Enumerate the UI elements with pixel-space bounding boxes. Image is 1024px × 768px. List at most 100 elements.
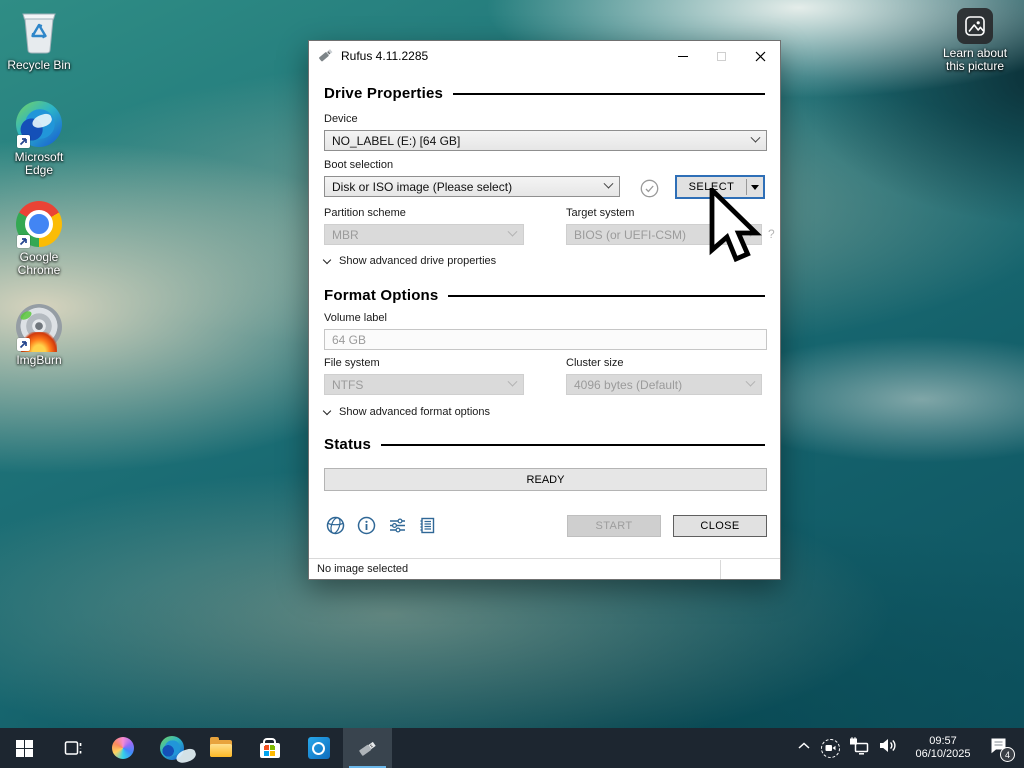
select-dropdown-arrow[interactable]	[747, 177, 763, 197]
maximize-icon	[717, 52, 726, 61]
log-icon[interactable]	[417, 515, 437, 535]
triangle-down-icon	[751, 185, 759, 190]
volume-label-label: Volume label	[324, 312, 387, 324]
meet-now-icon[interactable]	[821, 739, 840, 758]
about-info-icon[interactable]	[356, 515, 376, 535]
network-icon[interactable]	[849, 737, 869, 760]
maximize-button	[702, 41, 741, 71]
close-icon	[755, 51, 766, 62]
minimize-icon	[678, 56, 688, 57]
rufus-body: Drive Properties Device NO_LABEL (E:) [6…	[309, 71, 780, 559]
start-button-label: START	[595, 520, 632, 532]
start-button[interactable]	[0, 728, 49, 768]
target-system-label: Target system	[566, 207, 634, 219]
format-options-section-header: Format Options	[324, 287, 765, 304]
notification-count-badge: 4	[1000, 747, 1015, 762]
progress-bar: READY	[324, 468, 767, 491]
settings-sliders-icon[interactable]	[387, 515, 407, 535]
desktop-icon-label: ImgBurn	[0, 354, 78, 367]
tray-chevron-up-icon[interactable]	[796, 739, 812, 758]
boot-selection-select[interactable]: Disk or ISO image (Please select)	[324, 176, 620, 197]
learn-about-picture-widget[interactable]: Learn about this picture	[933, 8, 1017, 73]
boot-selection-value: Disk or ISO image (Please select)	[332, 180, 512, 194]
taskbar: 09:57 06/10/2025 4	[0, 728, 1024, 768]
drive-properties-section-header: Drive Properties	[324, 85, 765, 102]
imgburn-icon	[15, 303, 63, 351]
edge-icon	[160, 736, 184, 760]
toggle-label: Show advanced format options	[339, 406, 490, 418]
section-title: Format Options	[324, 287, 438, 304]
taskbar-rufus-button[interactable]	[343, 728, 392, 768]
taskbar-edge-button[interactable]	[147, 728, 196, 768]
desktop-icon-microsoft-edge[interactable]: Microsoft Edge	[0, 100, 78, 177]
section-rule	[381, 444, 765, 446]
desktop-icon-label: Google Chrome	[0, 251, 78, 277]
close-button[interactable]	[741, 41, 780, 71]
clock-date: 06/10/2025	[907, 748, 979, 761]
chevron-down-icon	[508, 377, 518, 387]
desktop-icon-google-chrome[interactable]: Google Chrome	[0, 200, 78, 277]
outlook-button[interactable]	[294, 728, 343, 768]
select-button[interactable]: SELECT	[675, 175, 765, 199]
minimize-button[interactable]	[663, 41, 702, 71]
desktop: Recycle Bin Microsoft Edge Google Chrome…	[0, 0, 1024, 768]
desktop-icon-label: Microsoft Edge	[0, 151, 78, 177]
status-bar-separator	[720, 560, 780, 579]
learn-about-label-line2: this picture	[933, 60, 1017, 73]
cluster-size-value: 4096 bytes (Default)	[574, 378, 682, 392]
copilot-button[interactable]	[98, 728, 147, 768]
device-select[interactable]: NO_LABEL (E:) [64 GB]	[324, 130, 767, 151]
section-rule	[448, 295, 765, 297]
file-system-value: NTFS	[332, 378, 363, 392]
section-rule	[453, 93, 765, 95]
shortcut-arrow-icon	[17, 235, 30, 248]
cluster-size-label: Cluster size	[566, 357, 623, 369]
file-system-label: File system	[324, 357, 380, 369]
file-system-select: NTFS	[324, 374, 524, 395]
status-bar: No image selected	[309, 558, 780, 579]
close-dialog-button[interactable]: CLOSE	[673, 515, 767, 537]
chevron-down-icon	[746, 377, 756, 387]
advanced-format-options-toggle[interactable]: Show advanced format options	[324, 406, 490, 418]
chevron-down-icon	[323, 255, 331, 263]
action-center-button[interactable]: 4	[988, 736, 1012, 760]
microsoft-store-button[interactable]	[245, 728, 294, 768]
taskbar-left-group	[0, 728, 392, 768]
recycle-bin-icon	[15, 8, 63, 56]
outlook-icon	[308, 737, 330, 759]
titlebar[interactable]: Rufus 4.11.2285	[309, 41, 780, 71]
language-globe-icon[interactable]	[325, 515, 345, 535]
start-button: START	[567, 515, 661, 537]
volume-label-input[interactable]: 64 GB	[324, 329, 767, 350]
system-tray: 09:57 06/10/2025 4	[796, 728, 1024, 768]
desktop-icon-imgburn[interactable]: ImgBurn	[0, 303, 78, 367]
desktop-icon-recycle-bin[interactable]: Recycle Bin	[0, 8, 78, 72]
toggle-label: Show advanced drive properties	[339, 255, 496, 267]
edge-icon	[15, 100, 63, 148]
section-title: Drive Properties	[324, 85, 443, 102]
clock-time: 09:57	[907, 735, 979, 748]
chevron-down-icon	[751, 133, 761, 143]
advanced-drive-properties-toggle[interactable]: Show advanced drive properties	[324, 255, 496, 267]
volume-label-value: 64 GB	[332, 333, 366, 347]
device-value: NO_LABEL (E:) [64 GB]	[332, 134, 460, 148]
partition-scheme-value: MBR	[332, 228, 359, 242]
chevron-down-icon	[508, 227, 518, 237]
file-explorer-button[interactable]	[196, 728, 245, 768]
windows-logo-icon	[16, 740, 33, 757]
chevron-down-icon	[323, 406, 331, 414]
close-button-label: CLOSE	[700, 520, 739, 532]
taskbar-clock[interactable]: 09:57 06/10/2025	[907, 735, 979, 761]
chevron-down-icon	[604, 179, 614, 189]
picture-icon	[957, 8, 993, 44]
progress-status-text: READY	[527, 474, 565, 486]
check-circle-icon	[639, 178, 659, 198]
task-view-button[interactable]	[49, 728, 98, 768]
boot-selection-label: Boot selection	[324, 159, 393, 171]
target-system-select: BIOS (or UEFI-CSM)	[566, 224, 762, 245]
partition-scheme-label: Partition scheme	[324, 207, 406, 219]
microsoft-store-icon	[260, 743, 280, 758]
chrome-icon	[15, 200, 63, 248]
volume-icon[interactable]	[878, 737, 898, 759]
rufus-window: Rufus 4.11.2285 Drive Properties Device …	[308, 40, 781, 580]
